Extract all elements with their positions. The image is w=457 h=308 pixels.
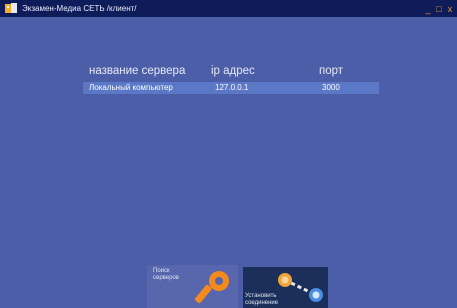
minimize-button[interactable]: _	[423, 3, 433, 15]
close-button[interactable]: x	[445, 3, 455, 15]
server-ip-cell: 127.0.0.1	[215, 83, 249, 92]
search-servers-button[interactable]: Поиск серверов	[147, 265, 238, 308]
connect-label: Установить соединение	[245, 293, 279, 306]
maximize-button[interactable]: □	[434, 3, 444, 15]
app-window: Экзамен-Медиа СЕТЬ /клиент/ _ □ x назван…	[0, 0, 457, 308]
key-icon	[195, 271, 229, 304]
server-table: название сервера ip адрес порт Локальный…	[83, 65, 383, 94]
window-title: Экзамен-Медиа СЕТЬ /клиент/	[22, 4, 137, 13]
server-port-cell: 3000	[322, 83, 340, 92]
column-header-ip: ip адрес	[211, 65, 255, 77]
connect-button[interactable]: Установить соединение	[243, 267, 328, 308]
app-logo-icon	[3, 2, 19, 16]
server-name-cell: Локальный компьютер	[89, 83, 173, 92]
window-controls: _ □ x	[422, 0, 455, 17]
server-table-header: название сервера ip адрес порт	[83, 65, 383, 80]
column-header-name: название сервера	[89, 65, 186, 77]
title-bar[interactable]: Экзамен-Медиа СЕТЬ /клиент/ _ □ x	[0, 0, 457, 17]
table-row[interactable]: Локальный компьютер 127.0.0.1 3000	[83, 82, 379, 94]
column-header-port: порт	[319, 65, 344, 77]
search-servers-label: Поиск серверов	[153, 268, 179, 281]
